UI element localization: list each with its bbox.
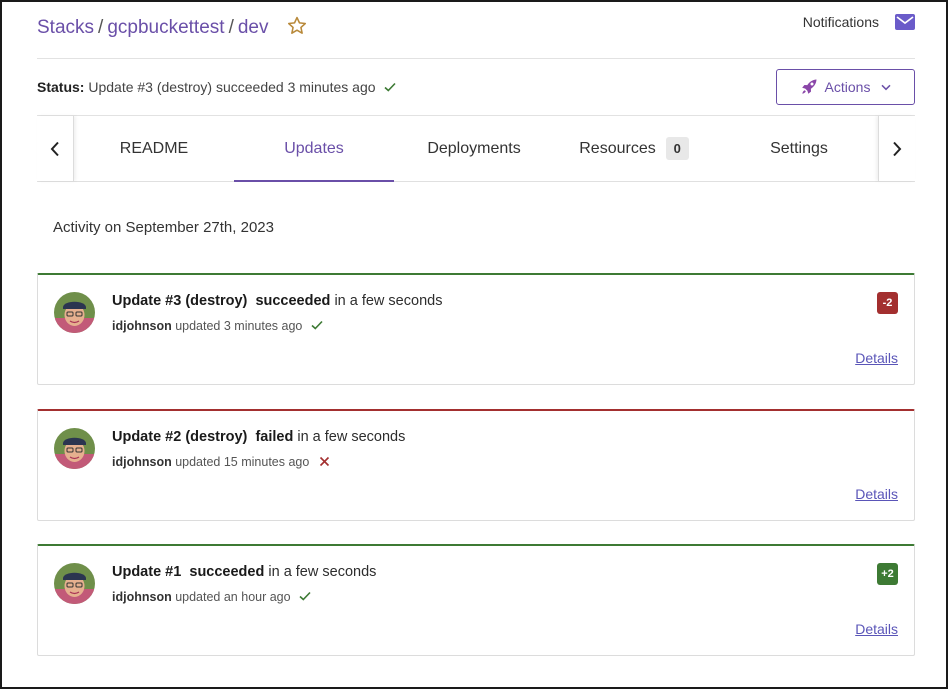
update-result: succeeded xyxy=(255,293,331,309)
update-title: Update #3 (destroy) succeeded in a few s… xyxy=(112,293,442,309)
avatar[interactable] xyxy=(54,563,95,604)
status-label: Status: xyxy=(37,79,85,95)
tab-label: Deployments xyxy=(427,139,521,157)
details-link[interactable]: Details xyxy=(855,486,898,502)
chevron-left-icon xyxy=(50,141,59,156)
update-result: succeeded xyxy=(189,564,265,580)
x-icon xyxy=(319,456,330,467)
tab-readme[interactable]: README xyxy=(74,116,234,181)
avatar[interactable] xyxy=(54,292,95,333)
update-name: Update #2 (destroy) xyxy=(112,429,248,445)
check-icon xyxy=(299,590,311,601)
notifications-label: Notifications xyxy=(802,14,879,30)
check-icon xyxy=(311,319,323,330)
details-link[interactable]: Details xyxy=(855,350,898,366)
breadcrumb-separator: / xyxy=(98,17,104,38)
tab-deployments[interactable]: Deployments xyxy=(394,116,554,181)
update-name: Update #1 xyxy=(112,564,182,580)
update-name: Update #3 (destroy) xyxy=(112,293,248,309)
update-meta: idjohnson updated 3 minutes ago xyxy=(112,319,323,333)
tab-label: Settings xyxy=(770,139,828,157)
breadcrumb-stack[interactable]: dev xyxy=(238,17,269,38)
stack-status: Status: Update #3 (destroy) succeeded 3 … xyxy=(37,79,396,95)
rocket-icon xyxy=(800,78,818,96)
breadcrumb-stacks[interactable]: Stacks xyxy=(37,17,94,38)
resource-count-badge: 0 xyxy=(665,137,689,160)
breadcrumb-separator: / xyxy=(228,17,234,38)
stack-tabs: README Updates Deployments Resources 0 S… xyxy=(37,116,915,182)
update-meta: idjohnson updated 15 minutes ago xyxy=(112,455,330,469)
update-title: Update #2 (destroy) failed in a few seco… xyxy=(112,429,405,445)
update-card: Update #1 succeeded in a few seconds idj… xyxy=(37,544,915,656)
update-duration: in a few seconds xyxy=(334,293,443,309)
breadcrumb-project[interactable]: gcpbuckettest xyxy=(107,17,224,38)
tabs-scroll-left[interactable] xyxy=(37,116,74,181)
tab-label: README xyxy=(119,139,189,157)
update-meta: idjohnson updated an hour ago xyxy=(112,590,311,604)
notifications-button[interactable]: Notifications xyxy=(803,14,915,30)
actions-button[interactable]: Actions xyxy=(776,69,915,105)
update-user: idjohnson xyxy=(112,455,172,469)
details-link[interactable]: Details xyxy=(855,621,898,637)
resource-change-badge: +2 xyxy=(877,563,898,585)
update-card: Update #2 (destroy) failed in a few seco… xyxy=(37,409,915,521)
page-header: Stacks / gcpbuckettest / dev Notifications xyxy=(37,12,915,44)
update-result: failed xyxy=(255,429,294,445)
tab-settings[interactable]: Settings xyxy=(719,116,879,181)
tabs-scroll-right[interactable] xyxy=(878,116,915,181)
update-user: idjohnson xyxy=(112,319,172,333)
update-user: idjohnson xyxy=(112,590,172,604)
activity-date-heading: Activity on September 27th, 2023 xyxy=(53,219,274,236)
actions-label: Actions xyxy=(824,79,871,95)
header-divider xyxy=(37,58,915,59)
mail-icon xyxy=(895,14,915,30)
breadcrumb: Stacks / gcpbuckettest / dev xyxy=(37,15,308,39)
status-text: Update #3 (destroy) succeeded 3 minutes … xyxy=(88,79,376,95)
update-duration: in a few seconds xyxy=(268,564,377,580)
resource-change-badge: -2 xyxy=(877,292,898,314)
tab-label: Resources xyxy=(579,139,656,157)
update-time: updated 3 minutes ago xyxy=(175,319,303,333)
tab-updates[interactable]: Updates xyxy=(234,116,394,182)
star-icon[interactable] xyxy=(286,15,308,37)
update-title: Update #1 succeeded in a few seconds xyxy=(112,564,376,580)
check-icon xyxy=(384,79,396,92)
tab-resources[interactable]: Resources 0 xyxy=(554,116,714,181)
chevron-right-icon xyxy=(893,141,902,156)
update-time: updated 15 minutes ago xyxy=(175,455,310,469)
update-time: updated an hour ago xyxy=(175,590,291,604)
avatar[interactable] xyxy=(54,428,95,469)
tab-label: Updates xyxy=(284,139,344,157)
update-card: Update #3 (destroy) succeeded in a few s… xyxy=(37,273,915,385)
update-duration: in a few seconds xyxy=(297,429,406,445)
chevron-down-icon xyxy=(877,84,891,91)
